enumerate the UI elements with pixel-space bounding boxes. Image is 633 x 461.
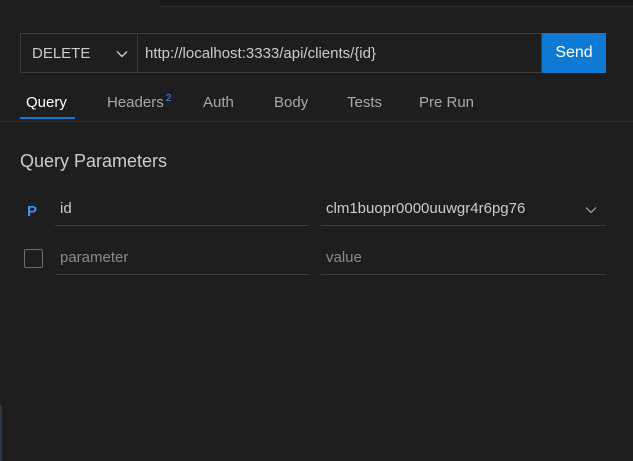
active-tab-indicator [20,117,75,119]
param-row: P id clm1buopr0000uuwgr4r6pg76 [0,192,633,232]
left-edge-indicator [0,405,2,461]
value-underline-extension [574,274,606,275]
tab-query[interactable]: Query [26,94,67,111]
path-param-badge: P [27,203,38,220]
tab-pre-run[interactable]: Pre Run [419,94,474,111]
tab-pre-run-label: Pre Run [419,94,475,111]
tab-tests[interactable]: Tests [347,94,382,111]
tab-headers[interactable]: Headers 2 [107,93,172,111]
request-bar: DELETE http://localhost:3333/api/clients… [20,33,606,73]
tab-auth[interactable]: Auth [203,94,234,111]
send-button[interactable]: Send [542,33,606,73]
tab-headers-label: Headers [107,94,164,111]
param-value-input[interactable]: value [321,241,574,275]
param-value-placeholder: value [326,249,362,266]
url-text: http://localhost:3333/api/clients/{id} [145,44,376,62]
param-name-text: id [60,200,72,217]
param-value-field[interactable]: clm1buopr0000uuwgr4r6pg76 [321,192,606,226]
editor-tab-strip [0,0,633,8]
tab-body-label: Body [274,94,309,111]
param-value-text: clm1buopr0000uuwgr4r6pg76 [326,200,526,217]
editor-tab-area [160,0,633,7]
param-enable-checkbox[interactable] [24,249,43,268]
chevron-down-icon[interactable] [584,203,598,217]
headers-count-badge: 2 [165,93,172,104]
method-select[interactable]: DELETE [20,33,138,73]
tab-body[interactable]: Body [274,94,308,111]
request-tabs: Query Headers 2 Auth Body Tests Pre Run [0,89,633,122]
chevron-down-icon [116,51,128,58]
section-title: Query Parameters [20,151,168,171]
param-name-field[interactable]: id [55,192,309,226]
param-name-placeholder: parameter [60,249,129,266]
param-name-input[interactable]: parameter [55,241,309,275]
tab-tests-label: Tests [347,94,383,111]
method-label: DELETE [32,44,91,62]
new-param-row: parameter value [0,238,633,278]
tab-query-label: Query [26,94,67,111]
url-input[interactable]: http://localhost:3333/api/clients/{id} [138,33,542,73]
tab-auth-label: Auth [203,94,234,111]
